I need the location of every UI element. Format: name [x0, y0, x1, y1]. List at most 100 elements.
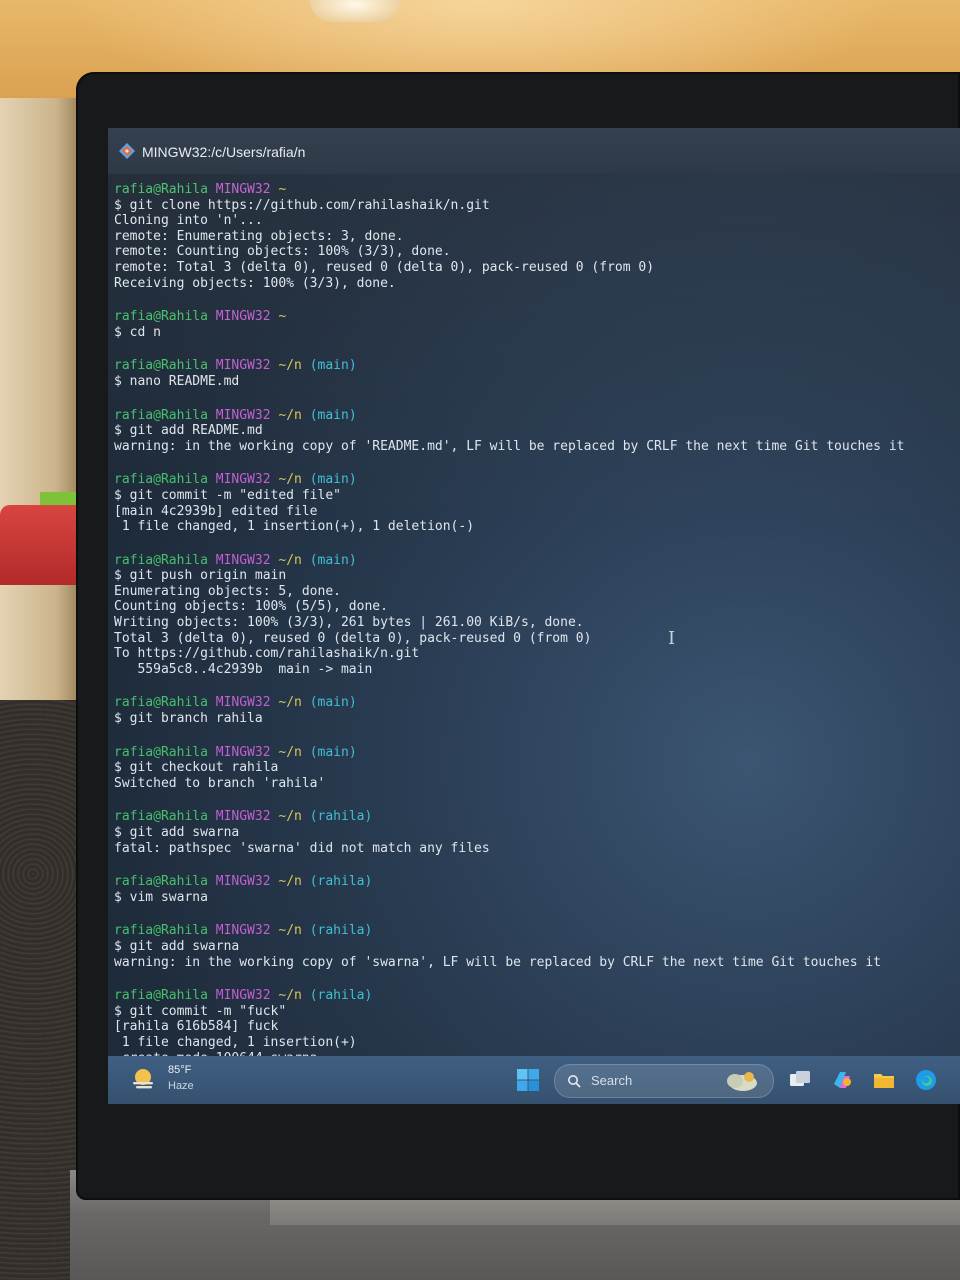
terminal-block: rafia@Rahila MINGW32 ~/n (main) $ nano RE… — [114, 358, 954, 389]
prompt-host: MINGW32 — [215, 744, 271, 760]
terminal-block: rafia@Rahila MINGW32 ~/n (main) $ git bra… — [114, 695, 954, 726]
terminal-output[interactable]: rafia@Rahila MINGW32 ~ $ git clone https:… — [114, 182, 954, 1104]
command-line: $ git commit -m "fuck" — [114, 1003, 287, 1019]
background-sofa — [0, 505, 78, 585]
prompt-branch: (main) — [309, 407, 357, 423]
file-explorer-icon[interactable] — [872, 1068, 896, 1092]
shell-prompt: rafia@Rahila MINGW32 ~/n (main) — [114, 553, 954, 569]
search-highlight-icon — [727, 1072, 757, 1091]
terminal-block: rafia@Rahila MINGW32 ~/n (rahila) $ vim s… — [114, 874, 954, 905]
prompt-branch: (main) — [309, 358, 357, 374]
prompt-user: rafia@Rahila — [114, 407, 208, 423]
prompt-host: MINGW32 — [215, 407, 271, 423]
prompt-branch: (main) — [309, 552, 357, 568]
search-placeholder: Search — [591, 1073, 633, 1088]
output-line: [rahila 616b584] fuck — [114, 1019, 279, 1035]
prompt-user: rafia@Rahila — [114, 744, 208, 760]
prompt-path: ~/n — [278, 923, 302, 939]
shell-prompt: rafia@Rahila MINGW32 ~/n (rahila) — [114, 874, 954, 890]
prompt-host: MINGW32 — [215, 472, 271, 488]
output-line: 559a5c8..4c2939b main -> main — [114, 661, 373, 677]
windows-taskbar: 85°F Haze Search — [108, 1056, 960, 1104]
prompt-branch: (rahila) — [309, 923, 373, 939]
output-line: [main 4c2939b] edited file — [114, 503, 318, 519]
prompt-path: ~/n — [278, 744, 302, 760]
shell-prompt: rafia@Rahila MINGW32 ~/n (main) — [114, 408, 954, 424]
prompt-host: MINGW32 — [215, 309, 271, 325]
terminal-block: rafia@Rahila MINGW32 ~/n (rahila) $ git a… — [114, 809, 954, 856]
command-line: $ git add swarna — [114, 825, 240, 840]
haze-weather-icon — [133, 1069, 153, 1089]
window-title: MINGW32:/c/Users/rafia/n — [142, 144, 306, 160]
prompt-path: ~ — [278, 309, 287, 325]
shell-prompt: rafia@Rahila MINGW32 ~ — [114, 182, 954, 198]
terminal-titlebar[interactable]: MINGW32:/c/Users/rafia/n — [108, 128, 960, 174]
laptop-screen: MINGW32:/c/Users/rafia/n rafia@Rahila MI… — [108, 128, 960, 1104]
terminal-block: rafia@Rahila MINGW32 ~/n (main) $ git pus… — [114, 553, 954, 678]
output-line: warning: in the working copy of 'swarna'… — [114, 954, 882, 970]
prompt-path: ~/n — [278, 358, 302, 374]
terminal-block: rafia@Rahila MINGW32 ~/n (main) $ git add… — [114, 408, 954, 455]
prompt-path: ~/n — [278, 695, 302, 711]
output-line: Switched to branch 'rahila' — [114, 775, 326, 791]
terminal-block: rafia@Rahila MINGW32 ~ $ git clone https:… — [114, 182, 954, 291]
prompt-user: rafia@Rahila — [114, 923, 208, 939]
prompt-user: rafia@Rahila — [114, 988, 208, 1004]
output-line: Cloning into 'n'... — [114, 213, 263, 229]
taskbar-search-box[interactable]: Search — [554, 1064, 774, 1098]
output-line: fatal: pathspec 'swarna' did not match a… — [114, 840, 490, 856]
prompt-branch: (main) — [309, 744, 357, 760]
output-line: 1 file changed, 1 insertion(+) — [114, 1034, 357, 1050]
weather-widget[interactable]: 85°F Haze — [128, 1062, 238, 1098]
task-view-icon[interactable] — [788, 1068, 812, 1092]
prompt-host: MINGW32 — [215, 874, 271, 890]
output-line: Receiving objects: 100% (3/3), done. — [114, 275, 396, 291]
prompt-user: rafia@Rahila — [114, 182, 208, 197]
windows-start-icon[interactable] — [516, 1068, 540, 1092]
output-line: 1 file changed, 1 insertion(+), 1 deleti… — [114, 519, 475, 535]
terminal-block: rafia@Rahila MINGW32 ~/n (rahila) $ git a… — [114, 923, 954, 970]
shell-prompt: rafia@Rahila MINGW32 ~/n (main) — [114, 695, 954, 711]
prompt-path: ~/n — [278, 472, 302, 488]
prompt-host: MINGW32 — [215, 809, 271, 825]
command-line: $ git clone https://github.com/rahilasha… — [114, 197, 490, 213]
mingw-app-icon — [119, 143, 135, 159]
photo-scene: MINGW32:/c/Users/rafia/n rafia@Rahila MI… — [0, 0, 960, 1280]
prompt-host: MINGW32 — [215, 988, 271, 1004]
output-line: Writing objects: 100% (3/3), 261 bytes |… — [114, 615, 584, 631]
prompt-path: ~/n — [278, 407, 302, 423]
output-line: remote: Counting objects: 100% (3/3), do… — [114, 244, 451, 260]
prompt-branch: (main) — [309, 472, 357, 488]
shell-prompt: rafia@Rahila MINGW32 ~ — [114, 309, 954, 325]
prompt-user: rafia@Rahila — [114, 309, 208, 325]
command-line: $ git push origin main — [114, 568, 287, 584]
prompt-user: rafia@Rahila — [114, 358, 208, 374]
terminal-block: rafia@Rahila MINGW32 ~/n (main) $ git che… — [114, 745, 954, 792]
weather-temperature: 85°F — [168, 1064, 192, 1076]
output-line: Enumerating objects: 5, done. — [114, 583, 341, 599]
prompt-user: rafia@Rahila — [114, 695, 208, 711]
output-line: remote: Total 3 (delta 0), reused 0 (del… — [114, 259, 655, 275]
shell-prompt: rafia@Rahila MINGW32 ~/n (rahila) — [114, 809, 954, 825]
prompt-path: ~/n — [278, 552, 302, 568]
copilot-icon[interactable] — [830, 1068, 854, 1092]
edge-icon[interactable] — [914, 1068, 938, 1092]
prompt-path: ~ — [278, 182, 287, 197]
output-line: To https://github.com/rahilashaik/n.git — [114, 646, 420, 662]
command-line: $ cd n — [114, 324, 161, 340]
weather-condition: Haze — [168, 1080, 194, 1092]
prompt-user: rafia@Rahila — [114, 472, 208, 488]
prompt-branch: (rahila) — [309, 988, 373, 1004]
prompt-branch: (rahila) — [309, 874, 373, 890]
prompt-user: rafia@Rahila — [114, 809, 208, 825]
shell-prompt: rafia@Rahila MINGW32 ~/n (rahila) — [114, 988, 954, 1004]
prompt-path: ~/n — [278, 809, 302, 825]
prompt-user: rafia@Rahila — [114, 552, 208, 568]
background-wall — [0, 98, 80, 708]
command-line: $ nano README.md — [114, 373, 240, 389]
shell-prompt: rafia@Rahila MINGW32 ~/n (main) — [114, 472, 954, 488]
prompt-host: MINGW32 — [215, 182, 271, 197]
output-line: Counting objects: 100% (5/5), done. — [114, 599, 388, 615]
prompt-host: MINGW32 — [215, 552, 271, 568]
shell-prompt: rafia@Rahila MINGW32 ~/n (main) — [114, 745, 954, 761]
